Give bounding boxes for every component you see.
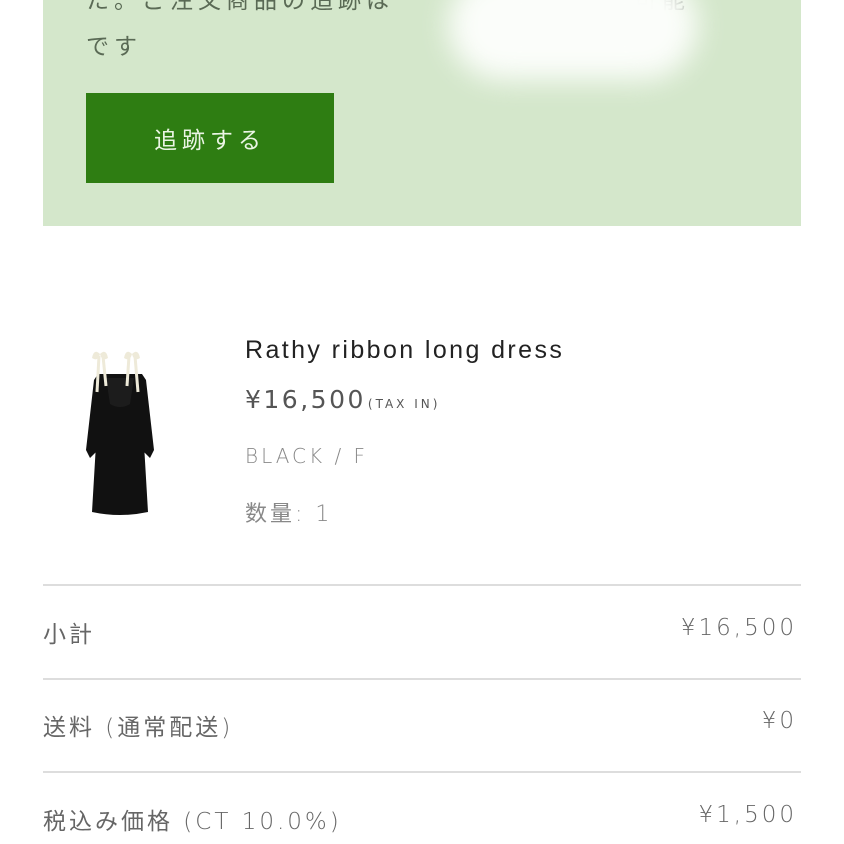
divider (43, 584, 801, 586)
shipping-label: 送料 (通常配送) (43, 715, 234, 741)
notice-text-line2: です (86, 34, 142, 60)
dress-image (86, 351, 154, 515)
product-name[interactable]: Rathy ribbon long dress (245, 336, 564, 365)
tax-value: ¥1,500 (698, 802, 797, 828)
product-price: ¥16,500 (245, 385, 366, 414)
subtotal-value: ¥16,500 (680, 615, 797, 641)
notice-text-part1: た。ご注文商品の追跡は (86, 0, 394, 14)
tax-note: (TAX IN) (367, 397, 441, 411)
track-order-button[interactable]: 追跡する (86, 93, 334, 183)
subtotal-label: 小計 (43, 622, 95, 648)
tax-label: 税込み価格 (CT 10.0%) (43, 809, 342, 835)
order-notice: た。ご注文商品の追跡は可能 です 追跡する (43, 0, 801, 226)
divider (43, 678, 801, 680)
product-quantity: 数量: 1 (245, 502, 333, 527)
divider (43, 771, 801, 773)
product-variant: BLACK / F (245, 444, 369, 468)
product-price-row: ¥16,500 (TAX IN) (245, 385, 440, 414)
product-image[interactable] (70, 340, 170, 520)
shipping-value: ¥0 (761, 708, 797, 734)
redaction-blur (448, 0, 698, 80)
